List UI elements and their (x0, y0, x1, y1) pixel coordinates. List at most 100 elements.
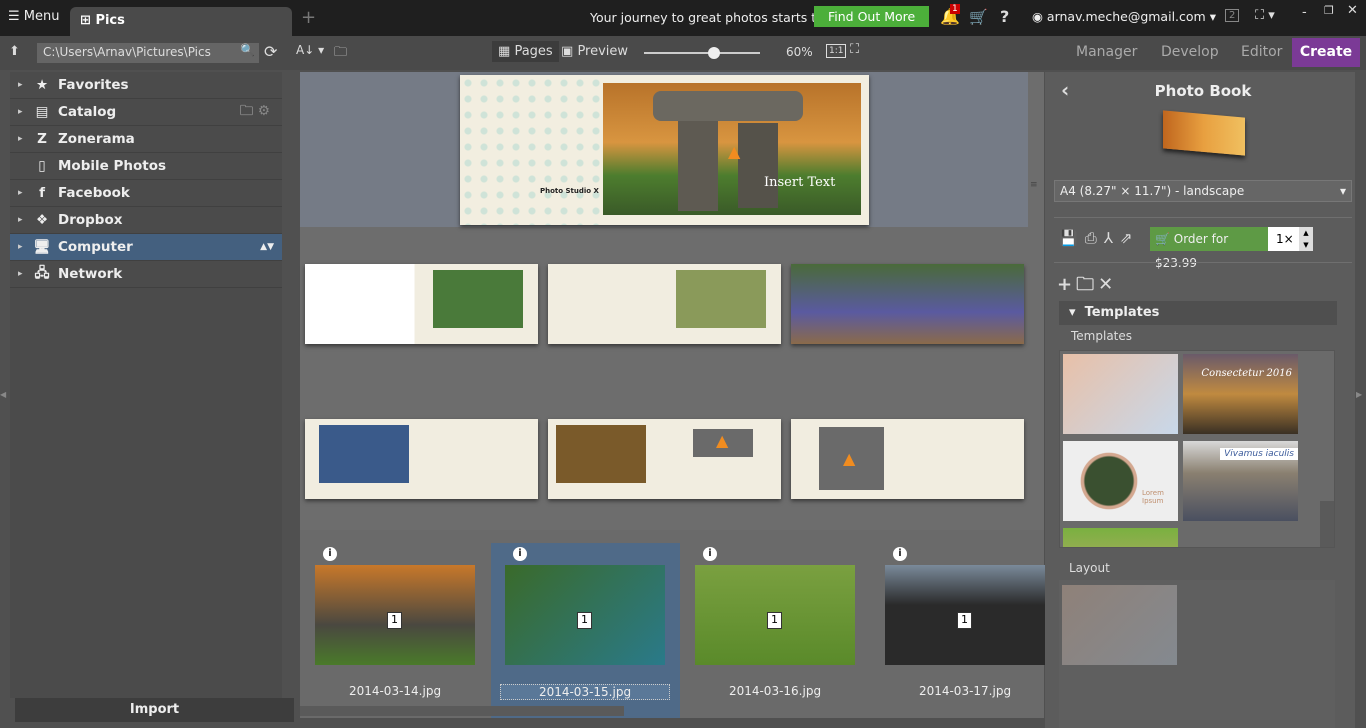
page-photo (319, 425, 409, 483)
expand-icon[interactable]: ▸ (18, 188, 32, 198)
catalog-icon: ▤ (35, 104, 49, 120)
page-photo (556, 425, 646, 483)
template-wedding[interactable]: Lorem Ipsum (1063, 441, 1178, 521)
page-spread[interactable] (548, 264, 781, 344)
path-text: C:\Users\Arnav\Pictures\Pics (43, 45, 211, 59)
expand-icon[interactable]: ▸ (18, 242, 32, 252)
cover-spread[interactable]: Photo Studio X ▲ Insert Text (460, 75, 869, 225)
computer-icon: 🖥 (33, 239, 51, 255)
mode-create[interactable]: Create (1292, 38, 1360, 67)
menu-button[interactable]: ☰ Menu (8, 9, 60, 24)
pdf-icon[interactable]: ⅄ (1104, 229, 1120, 247)
pages-button[interactable]: ▦ Pages (492, 41, 559, 62)
horizontal-scrollbar[interactable] (300, 706, 624, 716)
page-spread[interactable]: ▲ (791, 419, 1024, 499)
mode-manager[interactable]: Manager (1076, 44, 1137, 60)
sidebar-item-network[interactable]: ▸ 🖧 Network (10, 261, 282, 288)
pages-label: Pages (514, 44, 553, 59)
format-select[interactable]: A4 (8.27" × 11.7") - landscape ▾ (1054, 180, 1352, 202)
page-spread[interactable] (305, 419, 538, 499)
menu-label: Menu (23, 9, 60, 24)
search-icon[interactable]: 🔍 (240, 43, 255, 57)
network-icon: 🖧 (34, 264, 50, 281)
info-icon[interactable]: i (323, 547, 337, 561)
template-text: Vivamus iaculis (1220, 448, 1298, 460)
quantity-stepper[interactable]: 1× ▲ ▼ (1268, 227, 1313, 251)
bell-icon[interactable]: 🔔 1 (940, 4, 960, 26)
cover-text[interactable]: Insert Text (764, 175, 835, 190)
expand-icon[interactable]: ▸ (18, 269, 32, 279)
page-spread[interactable]: ▲ (548, 419, 781, 499)
delete-icon[interactable]: ✕ (1098, 274, 1117, 295)
sidebar-item-favorites[interactable]: ▸ ★ Favorites (10, 72, 282, 99)
toolbar: ⬆ C:\Users\Arnav\Pictures\Pics 🔍 ⟳ A↓ ▾ 🗀… (0, 36, 1366, 70)
sidebar-item-label: Favorites (58, 77, 129, 93)
sidebar-item-facebook[interactable]: ▸ f Facebook (10, 180, 282, 207)
sort-icon[interactable]: A↓ ▾ (296, 43, 324, 57)
photo-book-image (1163, 110, 1245, 156)
path-input[interactable]: C:\Users\Arnav\Pictures\Pics 🔍 (37, 43, 259, 63)
save-icon[interactable]: 💾 (1059, 229, 1085, 247)
sort-arrows-icon[interactable]: ▲▼ (260, 242, 274, 252)
zoom-slider-handle[interactable] (707, 47, 720, 59)
preview-button[interactable]: ▣ Preview (561, 44, 628, 59)
page-spread[interactable] (791, 264, 1024, 344)
print-icon[interactable]: ⎙ (1085, 229, 1104, 247)
warning-icon: ▲ (843, 449, 856, 468)
folder-up-icon[interactable]: ⬆ (9, 44, 20, 59)
cart-icon[interactable]: 🛒 (969, 8, 988, 26)
collapse-right-icon[interactable]: ▶ (1356, 390, 1362, 399)
order-button[interactable]: 🛒 Order for $23.99 (1150, 227, 1268, 270)
add-icon[interactable]: + (1057, 274, 1076, 295)
expand-icon[interactable]: ▸ (18, 215, 32, 225)
find-out-more-button[interactable]: Find Out More (814, 6, 930, 27)
templates-scrollbar[interactable] (1320, 501, 1334, 547)
new-folder-icon[interactable]: 🗀 (334, 43, 347, 65)
share-icon[interactable]: ⇗ (1120, 229, 1140, 247)
close-button[interactable]: ✕ (1347, 3, 1358, 18)
template-baby[interactable] (1063, 354, 1178, 434)
scroll-grip[interactable]: ≡ (1030, 180, 1038, 190)
template-family[interactable] (1063, 528, 1178, 547)
panel-title: Photo Book (1154, 82, 1252, 100)
layout-item[interactable] (1062, 585, 1177, 665)
notification-badge: 1 (950, 4, 960, 14)
expand-icon[interactable]: ▸ (18, 80, 32, 90)
sidebar-item-label: Network (58, 266, 123, 282)
catalog-settings-icon[interactable]: 🗀 ⚙ (240, 101, 270, 124)
sidebar-item-dropbox[interactable]: ▸ ❖ Dropbox (10, 207, 282, 234)
monitor-icon[interactable]: 2 (1225, 9, 1240, 22)
fullscreen-icon[interactable]: ⛶ ▾ (1255, 8, 1275, 23)
sidebar-item-label: Computer (58, 239, 133, 255)
import-button[interactable]: Import (15, 698, 294, 722)
tab-label: Pics (95, 13, 125, 28)
sidebar-item-computer[interactable]: ▸ 🖥 Computer ▲▼ (10, 234, 282, 261)
account-menu[interactable]: ◉ arnav.meche@gmail.com ▾ (1032, 9, 1216, 24)
templates-section-header[interactable]: ▾ Templates (1059, 301, 1337, 325)
fit-icon[interactable]: ⛶ (850, 42, 859, 57)
add-folder-icon[interactable]: 🗀 (1076, 274, 1098, 295)
page-spread[interactable] (305, 264, 538, 344)
sidebar-item-catalog[interactable]: ▸ ▤ Catalog 🗀 ⚙ (10, 99, 282, 126)
expand-icon[interactable]: ▸ (18, 134, 32, 144)
minimize-button[interactable]: - (1302, 5, 1307, 20)
mode-editor[interactable]: Editor (1241, 44, 1282, 60)
info-icon[interactable]: i (513, 547, 527, 561)
template-bridge[interactable]: Consectetur 2016 (1183, 354, 1298, 434)
sidebar-item-mobile-photos[interactable]: ▯ Mobile Photos (10, 153, 282, 180)
info-icon[interactable]: i (703, 547, 717, 561)
expand-icon[interactable]: ▸ (18, 107, 32, 117)
info-icon[interactable]: i (893, 547, 907, 561)
help-icon[interactable]: ? (1000, 7, 1009, 26)
mode-develop[interactable]: Develop (1161, 44, 1219, 60)
restore-button[interactable]: ❐ (1324, 4, 1334, 17)
sidebar-item-zonerama[interactable]: ▸ Z Zonerama (10, 126, 282, 153)
sidebar-item-label: Catalog (58, 104, 117, 120)
refresh-icon[interactable]: ⟳ (264, 42, 277, 61)
tab-pics[interactable]: ⊞ Pics (70, 7, 292, 36)
zoom-slider[interactable] (644, 47, 760, 59)
collapse-left-icon[interactable]: ◀ (0, 390, 6, 399)
template-mountain[interactable]: Vivamus iaculis (1183, 441, 1298, 521)
actual-size-button[interactable]: 1:1 (826, 44, 847, 58)
new-tab-button[interactable]: + (301, 7, 316, 28)
